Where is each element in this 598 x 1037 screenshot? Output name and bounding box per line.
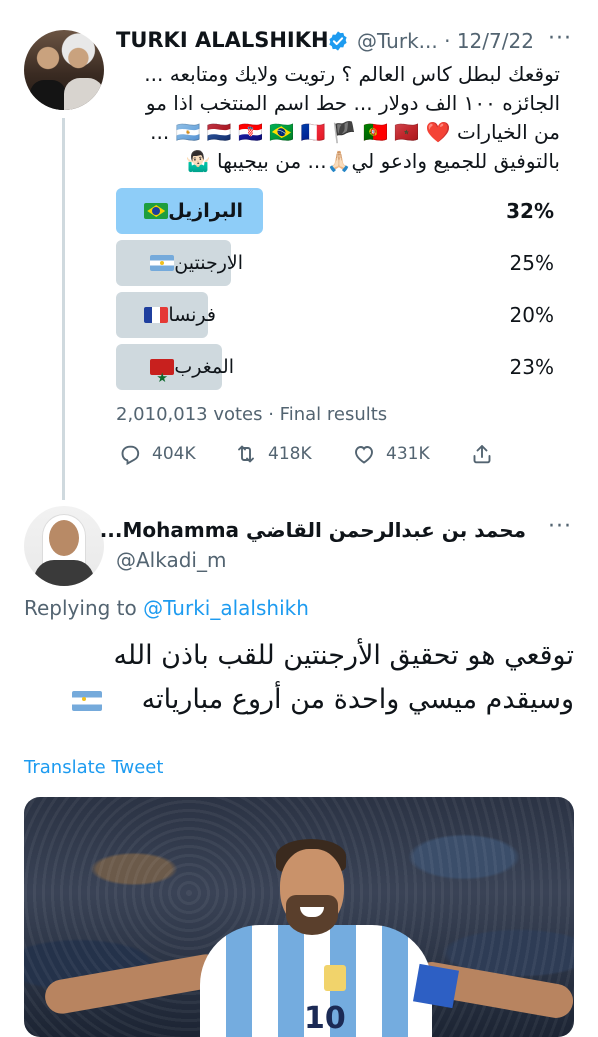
reply-author-avatar[interactable]: [24, 506, 104, 586]
poll-percent-argentina: 25%: [509, 251, 554, 275]
reply-count: 404K: [152, 444, 196, 464]
like-button[interactable]: 431K: [352, 440, 430, 468]
replying-to: Replying to @Turki_alalshikh: [24, 596, 309, 620]
poll-percent-morocco: 23%: [509, 355, 554, 379]
brazil-flag-icon: [144, 203, 169, 219]
reply-icon: [121, 445, 140, 466]
tweet-text-line: من الخيارات ❤️ 🇦🇷 🇳🇱 🇭🇷 🇧🇷 🇫🇷 🏴 🇵🇹 🇲🇦 ..…: [150, 120, 560, 144]
like-icon: [355, 446, 373, 464]
reply-author-name[interactable]: محمد بن عبدالرحمن القاضي Mohamma...: [100, 518, 526, 542]
retweet-button[interactable]: 418K: [234, 440, 312, 468]
share-button[interactable]: [470, 440, 504, 468]
poll-option-argentina: الارجنتين: [130, 240, 243, 286]
share-icon: [473, 445, 491, 464]
reply-more-options-button[interactable]: ···: [548, 514, 572, 539]
poll-option-morocco: المغرب: [130, 344, 234, 402]
france-flag-icon: [144, 307, 169, 323]
thread-line: [62, 118, 65, 500]
tweet-photo[interactable]: 10: [24, 797, 574, 1037]
poll-votes-summary: 2,010,013 votes · Final results: [116, 404, 388, 425]
tweet-text-line: توقعك لبطل كاس العالم ؟ رتويت ولايك ومتا…: [144, 62, 560, 86]
reply-author-handle[interactable]: @Alkadi_m: [116, 548, 226, 572]
tweet-text-line: الجائزه ١٠٠ الف دولار ... حط اسم المنتخب…: [145, 91, 560, 115]
retweet-icon: [238, 445, 254, 463]
more-options-button[interactable]: ···: [548, 26, 572, 51]
like-count: 431K: [386, 444, 430, 464]
retweet-count: 418K: [268, 444, 312, 464]
author-avatar[interactable]: [24, 30, 104, 110]
argentina-flag-icon: [150, 255, 175, 271]
morocco-flag-icon: [150, 356, 175, 402]
poll-percent-brazil: 32%: [506, 199, 554, 223]
reply-text-line: وسيقدم ميسي واحدة من أروع مبارياته: [141, 684, 574, 715]
reply-button[interactable]: 404K: [118, 440, 196, 468]
translate-tweet-link[interactable]: Translate Tweet: [24, 757, 163, 778]
author-name[interactable]: TURKI ALALSHIKH: [116, 28, 329, 52]
replying-to-handle-link[interactable]: @Turki_alalshikh: [143, 596, 309, 620]
poll-percent-france: 20%: [509, 303, 554, 327]
argentina-flag-icon: [72, 691, 102, 711]
reply-text-line: توقعي هو تحقيق الأرجنتين للقب باذن الله: [113, 640, 574, 671]
author-handle[interactable]: @Turk... · 12/7/22: [357, 29, 534, 53]
poll-option-france: فرنسا: [130, 292, 216, 338]
tweet-text-line: بالتوفيق للجميع وادعو لي🙏🏻... من بيجيبها…: [185, 149, 560, 173]
poll-option-brazil: البرازيل: [130, 188, 243, 234]
verified-badge-icon: [329, 31, 347, 51]
tweet-date: 12/7/22: [456, 29, 534, 53]
